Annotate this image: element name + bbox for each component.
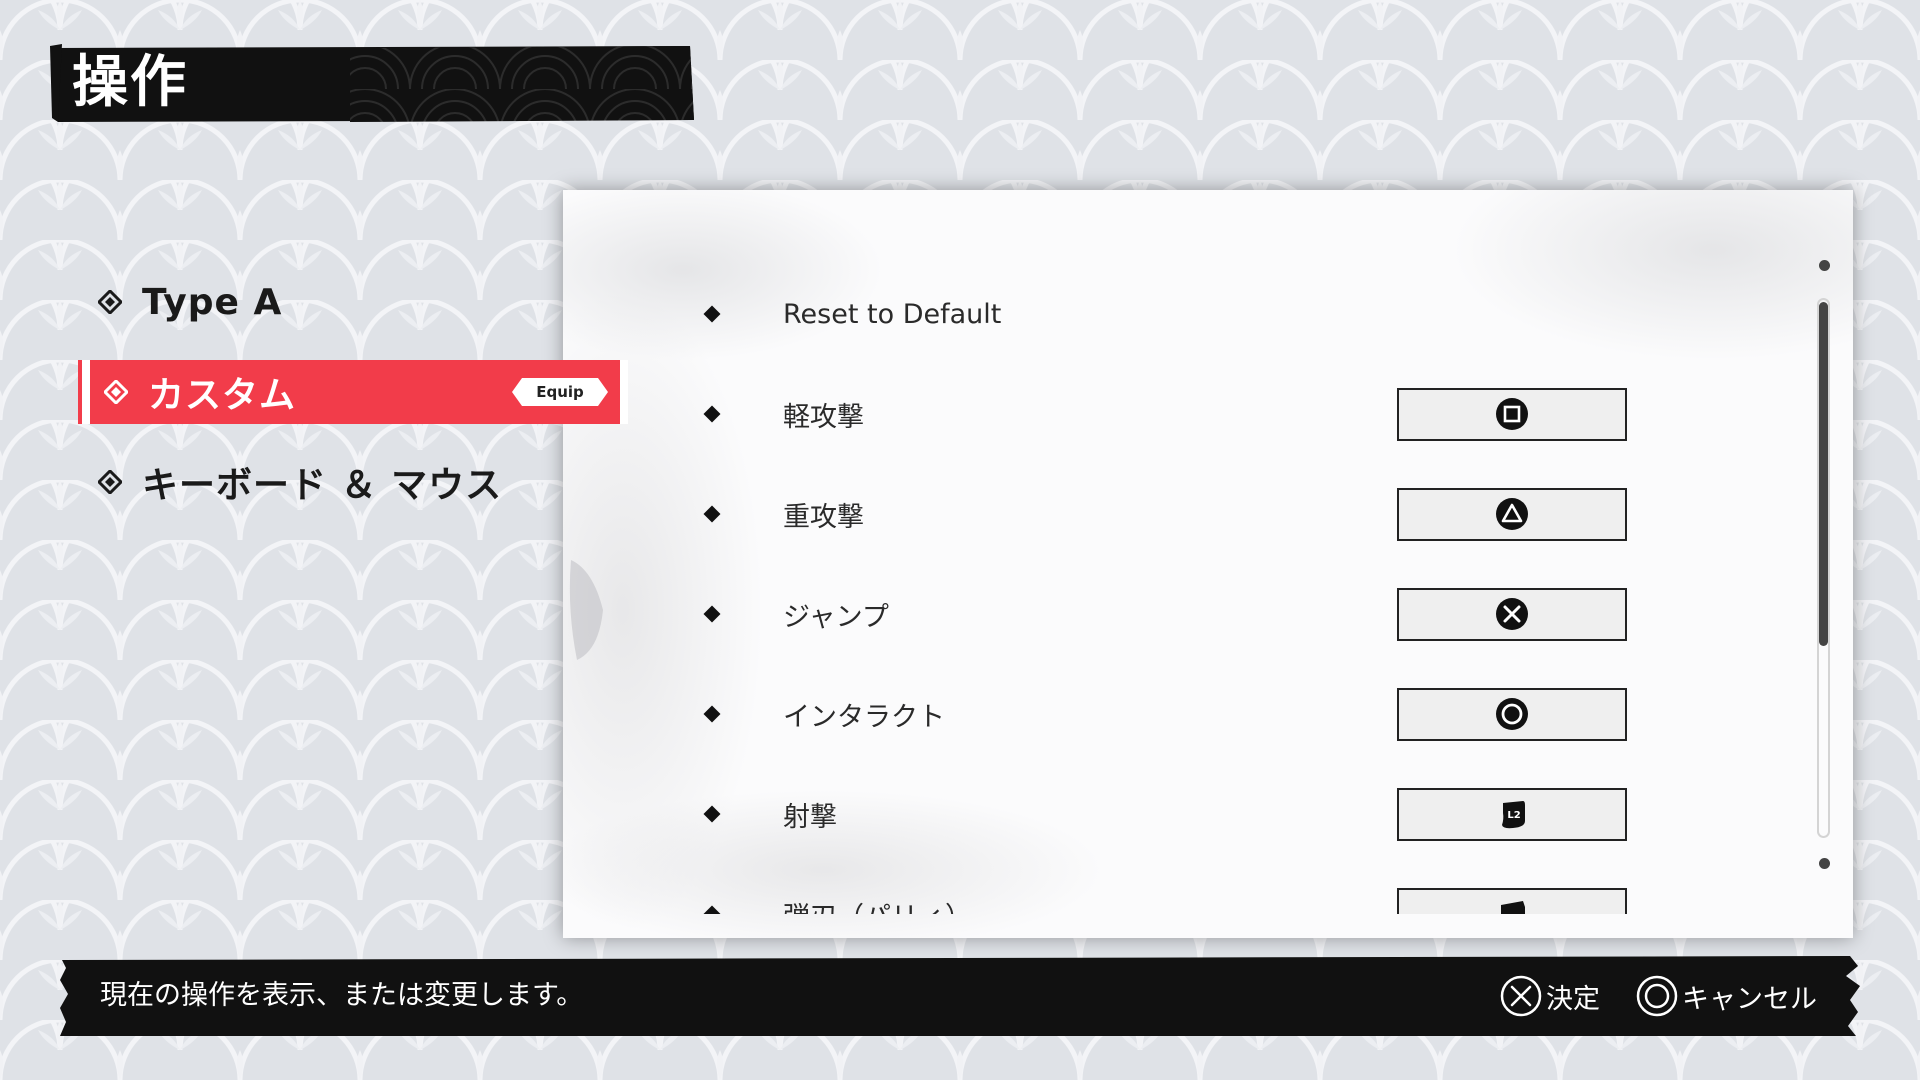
- binding-label: Reset to Default: [783, 298, 1002, 330]
- diamond-bullet-icon: [703, 605, 721, 623]
- binding-button[interactable]: L2: [1397, 787, 1627, 841]
- cancel-label: キャンセル: [1682, 983, 1817, 1015]
- binding-button[interactable]: [1397, 587, 1627, 641]
- diamond-outline-icon: [104, 380, 128, 404]
- binding-row-light-attack[interactable]: 軽攻撃: [563, 386, 1853, 442]
- bindings-panel: Reset to Default 軽攻撃 重攻撃 ジャンプ インタラクト 射撃 …: [563, 190, 1853, 938]
- cancel-hint[interactable]: キャンセル: [1636, 972, 1817, 1020]
- diamond-outline-icon: [98, 290, 122, 314]
- triangle-button-icon: [1496, 498, 1528, 530]
- confirm-hint[interactable]: 決定: [1500, 972, 1600, 1020]
- trigger-icon: [1501, 901, 1525, 914]
- menu-item-label: キーボード ＆ マウス: [142, 465, 503, 506]
- square-button-icon: [1496, 398, 1528, 430]
- bindings-list: Reset to Default 軽攻撃 重攻撃 ジャンプ インタラクト 射撃 …: [563, 190, 1853, 914]
- circle-button-icon: [1496, 698, 1528, 730]
- diamond-bullet-icon: [703, 905, 721, 914]
- control-preset-menu: Type A カスタム Equip キーボード ＆ マウス: [78, 270, 628, 540]
- binding-label: 重攻撃: [783, 501, 864, 533]
- binding-button[interactable]: [1397, 687, 1627, 741]
- binding-row-shoot[interactable]: 射撃 L2: [563, 786, 1853, 842]
- cross-button-icon: [1500, 975, 1542, 1017]
- binding-button[interactable]: [1397, 887, 1627, 914]
- title-banner: 操作: [50, 44, 698, 122]
- binding-label: 弾刃（パリィ）: [783, 895, 972, 915]
- binding-row-reset[interactable]: Reset to Default: [563, 286, 1853, 342]
- equip-badge: Equip: [512, 378, 608, 406]
- footer-bar: 現在の操作を表示、または変更します。 決定 キャンセル: [60, 956, 1860, 1036]
- menu-item-type-a[interactable]: Type A: [78, 270, 628, 334]
- diamond-bullet-icon: [703, 805, 721, 823]
- circle-button-icon: [1636, 975, 1678, 1017]
- binding-button[interactable]: [1397, 487, 1627, 541]
- cross-button-icon: [1496, 598, 1528, 630]
- binding-label: インタラクト: [783, 701, 945, 733]
- binding-button[interactable]: [1397, 387, 1627, 441]
- page-title: 操作: [72, 50, 188, 115]
- binding-row-jump[interactable]: ジャンプ: [563, 586, 1853, 642]
- help-text: 現在の操作を表示、または変更します。: [100, 980, 584, 1011]
- diamond-bullet-icon: [703, 505, 721, 523]
- svg-text:L2: L2: [1507, 810, 1520, 821]
- menu-item-keyboard-mouse[interactable]: キーボード ＆ マウス: [78, 450, 628, 514]
- diamond-bullet-icon: [703, 405, 721, 423]
- menu-item-label: カスタム: [148, 375, 297, 416]
- binding-label: 軽攻撃: [783, 401, 864, 433]
- l2-trigger-icon: L2: [1502, 801, 1525, 829]
- diamond-bullet-icon: [703, 705, 721, 723]
- binding-row-heavy-attack[interactable]: 重攻撃: [563, 486, 1853, 542]
- binding-label: ジャンプ: [783, 601, 889, 633]
- diamond-outline-icon: [98, 470, 122, 494]
- menu-item-label: Type A: [142, 281, 283, 323]
- confirm-label: 決定: [1546, 983, 1600, 1015]
- scroll-up-dot[interactable]: [1819, 260, 1830, 271]
- binding-label: 射撃: [783, 801, 837, 833]
- binding-row-parry[interactable]: 弾刃（パリィ）: [563, 886, 1853, 914]
- menu-item-custom[interactable]: カスタム Equip: [78, 360, 628, 424]
- scroll-down-dot[interactable]: [1819, 858, 1830, 869]
- scrollbar-thumb[interactable]: [1819, 302, 1828, 646]
- diamond-bullet-icon: [703, 305, 721, 323]
- binding-row-interact[interactable]: インタラクト: [563, 686, 1853, 742]
